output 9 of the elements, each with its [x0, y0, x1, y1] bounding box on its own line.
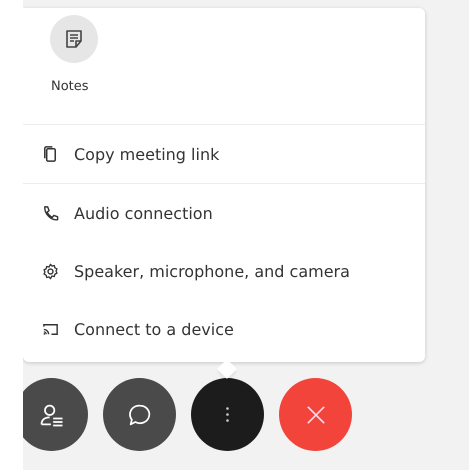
menu-item[interactable]: Connect to a device — [23, 300, 425, 358]
menu-item[interactable]: Audio connection — [23, 184, 425, 242]
menu-item[interactable]: Copy meeting link — [23, 125, 425, 183]
phone-icon — [41, 204, 60, 222]
notes-button[interactable] — [50, 15, 98, 63]
notes-label: Notes — [51, 79, 89, 94]
settings-icon — [41, 262, 60, 280]
more-icon — [226, 407, 229, 422]
menu-item[interactable]: Speaker, microphone, and camera — [23, 242, 425, 300]
